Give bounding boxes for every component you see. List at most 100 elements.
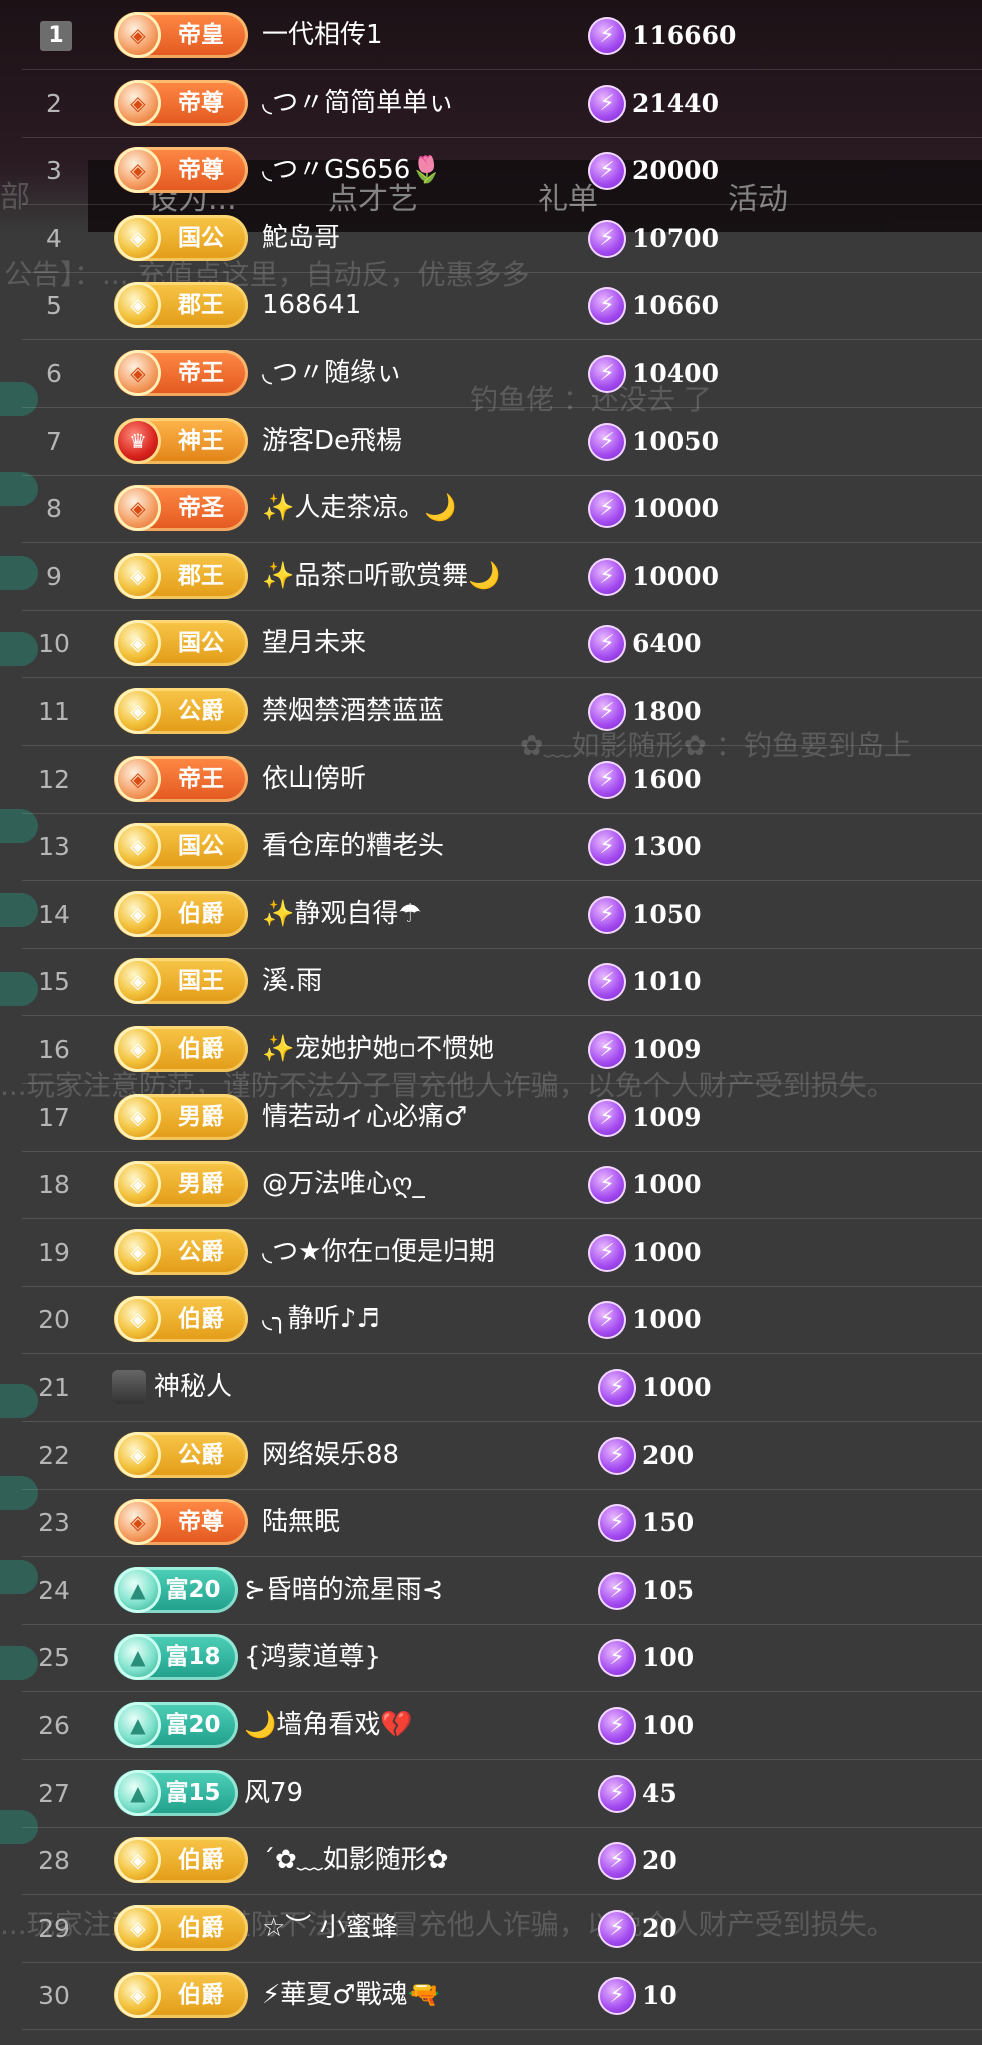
ranking-row[interactable]: 21 神秘人 ⚡ 1000 (0, 1354, 982, 1422)
rank-number: 30 (38, 1981, 70, 2010)
noble-crest-icon: ◈ (118, 1029, 158, 1069)
rank-title-badge: ◈ 郡王 (114, 553, 248, 599)
ranking-row[interactable]: 27 ▲ 富15 风79 ⚡ 45 (0, 1760, 982, 1828)
ranking-row[interactable]: 22 ◈ 公爵 网络娱乐88 ⚡ 200 (0, 1422, 982, 1490)
username[interactable]: ⚡華夏♂戰魂🔫 (262, 1962, 440, 2030)
ranking-row[interactable]: 10 ◈ 国公 望月未来 ⚡ 6400 (0, 610, 982, 678)
lightning-coin-icon: ⚡ (588, 85, 626, 123)
username[interactable]: {鸿蒙道尊} (244, 1624, 381, 1692)
noble-crest-icon: ◈ (118, 1840, 158, 1880)
ranking-row[interactable]: 29 ◈ 伯爵 ☆︶ 小蜜蜂 ⚡ 20 (0, 1895, 982, 1963)
username[interactable]: 神秘人 (154, 1354, 232, 1422)
avatar-icon (112, 1370, 146, 1404)
lightning-coin-icon: ⚡ (588, 490, 626, 528)
contribution-score: 1000 (632, 1170, 702, 1199)
username[interactable]: ✨宠她护她▫不惯她 (262, 1016, 494, 1084)
rank-number: 21 (38, 1373, 70, 1402)
contribution-score: 10000 (632, 494, 719, 523)
contribution-score: 10400 (632, 359, 719, 388)
rank-title-label: 公爵 (178, 698, 224, 724)
ranking-row[interactable]: 9 ◈ 郡王 ✨品茶▫听歌赏舞🌙 ⚡ 10000 (0, 543, 982, 611)
username[interactable]: ◟つ〃随缘ぃ (262, 340, 402, 408)
noble-crest-icon: ◈ (118, 285, 158, 325)
username[interactable]: 风79 (244, 1760, 303, 1828)
username[interactable]: ◟つ〃简简单单ぃ (262, 70, 454, 138)
ranking-row[interactable]: 1 ◈ 帝皇 一代相传1 ⚡ 116660 (0, 2, 982, 70)
rank-title-badge: ◈ 伯爵 (114, 1026, 248, 1072)
username[interactable]: ✨静观自得☂ (262, 881, 422, 949)
ranking-row[interactable]: 26 ▲ 富20 🌙墙角看戏💔 ⚡ 100 (0, 1692, 982, 1760)
ranking-row[interactable]: 11 ◈ 公爵 禁烟禁酒禁蓝蓝 ⚡ 1800 (0, 678, 982, 746)
ranking-row[interactable]: 3 ◈ 帝尊 ◟つ〃GS656🌷 ⚡ 20000 (0, 137, 982, 205)
ranking-row[interactable]: 25 ▲ 富18 {鸿蒙道尊} ⚡ 100 (0, 1624, 982, 1692)
lightning-coin-icon: ⚡ (598, 1639, 636, 1677)
ranking-row[interactable]: 17 ◈ 男爵 情若动ィ心必痛♂ ⚡ 1009 (0, 1084, 982, 1152)
noble-crest-icon: ◈ (118, 1908, 158, 1948)
rank-number: 2 (46, 89, 62, 118)
noble-crest-icon: ◈ (118, 83, 158, 123)
username[interactable]: 陆無眠 (262, 1489, 340, 1557)
ranking-row[interactable]: 23 ◈ 帝尊 陆無眠 ⚡ 150 (0, 1489, 982, 1557)
contribution-score: 1000 (642, 1373, 712, 1402)
ranking-row[interactable]: 2 ◈ 帝尊 ◟つ〃简简单单ぃ ⚡ 21440 (0, 70, 982, 138)
rank-title-badge: ◈ 公爵 (114, 1432, 248, 1478)
username[interactable]: 禁烟禁酒禁蓝蓝 (262, 678, 444, 746)
username[interactable]: ☆︶ 小蜜蜂 (262, 1895, 398, 1963)
username[interactable]: ✨人走茶凉。🌙 (262, 475, 457, 543)
username[interactable]: 🌙墙角看戏💔 (244, 1692, 413, 1760)
ranking-row[interactable]: 14 ◈ 伯爵 ✨静观自得☂ ⚡ 1050 (0, 881, 982, 949)
ranking-row[interactable]: 6 ◈ 帝王 ◟つ〃随缘ぃ ⚡ 10400 (0, 340, 982, 408)
noble-crest-icon: ◈ (118, 1164, 158, 1204)
row-divider (22, 2029, 982, 2030)
ranking-row[interactable]: 4 ◈ 国公 鮀岛哥 ⚡ 10700 (0, 205, 982, 273)
ranking-row[interactable]: 20 ◈ 伯爵 ◟╮静听♪♬ ⚡ 1000 (0, 1286, 982, 1354)
lightning-coin-icon: ⚡ (598, 1910, 636, 1948)
username[interactable]: @万法唯心ღ_ (262, 1151, 425, 1219)
contribution-score: 1050 (632, 900, 702, 929)
rank-title-label: 富20 (165, 1577, 221, 1603)
username[interactable]: 网络娱乐88 (262, 1422, 399, 1490)
username[interactable]: ◟つ★你在▫便是归期 (262, 1219, 495, 1287)
lightning-coin-icon: ⚡ (598, 1437, 636, 1475)
username[interactable]: 鮀岛哥 (262, 205, 340, 273)
username[interactable]: ◟つ〃GS656🌷 (262, 137, 443, 205)
username[interactable]: 依山傍昕 (262, 746, 366, 814)
contribution-score: 1000 (632, 1305, 702, 1334)
username[interactable]: 一代相传1 (262, 2, 383, 70)
username[interactable]: 游客De飛楊 (262, 408, 402, 476)
username[interactable]: 看仓库的糟老头 (262, 813, 444, 881)
rank-number: 13 (38, 832, 70, 861)
username[interactable]: 溪.雨 (262, 948, 322, 1016)
username[interactable]: ✨品茶▫听歌赏舞🌙 (262, 543, 500, 611)
rank-title-badge: ◈ 国公 (114, 620, 248, 666)
ranking-row[interactable]: 8 ◈ 帝圣 ✨人走茶凉。🌙 ⚡ 10000 (0, 475, 982, 543)
rank-title-label: 帝尊 (178, 157, 224, 183)
ranking-row[interactable]: 18 ◈ 男爵 @万法唯心ღ_ ⚡ 1000 (0, 1151, 982, 1219)
ranking-row[interactable]: 28 ◈ 伯爵 ˊ✿﹏如影随形✿ ⚡ 20 (0, 1827, 982, 1895)
rank-number: 7 (46, 427, 62, 456)
ranking-row[interactable]: 19 ◈ 公爵 ◟つ★你在▫便是归期 ⚡ 1000 (0, 1219, 982, 1287)
username[interactable]: 望月未来 (262, 610, 366, 678)
ranking-row[interactable]: 12 ◈ 帝王 依山傍昕 ⚡ 1600 (0, 746, 982, 814)
ranking-row[interactable]: 7 ♛ 神王 游客De飛楊 ⚡ 10050 (0, 408, 982, 476)
ranking-row[interactable]: 16 ◈ 伯爵 ✨宠她护她▫不惯她 ⚡ 1009 (0, 1016, 982, 1084)
username[interactable]: 168641 (262, 272, 361, 340)
ranking-row[interactable]: 15 ◈ 国王 溪.雨 ⚡ 1010 (0, 948, 982, 1016)
noble-crest-icon: ◈ (118, 1502, 158, 1542)
contribution-score: 10050 (632, 427, 719, 456)
username[interactable]: ◟╮静听♪♬ (262, 1286, 380, 1354)
rank-title-label: 伯爵 (178, 1847, 224, 1873)
ranking-row[interactable]: 30 ◈ 伯爵 ⚡華夏♂戰魂🔫 ⚡ 10 (0, 1962, 982, 2030)
username[interactable]: ˊ✿﹏如影随形✿ (262, 1827, 449, 1895)
ranking-row[interactable]: 13 ◈ 国公 看仓库的糟老头 ⚡ 1300 (0, 813, 982, 881)
username[interactable]: ⊱昏暗的流星雨⊰ (244, 1557, 444, 1625)
rank-title-label: 帝圣 (178, 495, 224, 521)
rank-number: 12 (38, 765, 70, 794)
rank-title-badge: ◈ 帝尊 (114, 80, 248, 126)
ranking-row[interactable]: 5 ◈ 郡王 168641 ⚡ 10660 (0, 272, 982, 340)
lightning-coin-icon: ⚡ (588, 693, 626, 731)
rank-title-label: 国王 (178, 968, 224, 994)
ranking-row[interactable]: 24 ▲ 富20 ⊱昏暗的流星雨⊰ ⚡ 105 (0, 1557, 982, 1625)
rank-title-label: 富15 (165, 1780, 221, 1806)
username[interactable]: 情若动ィ心必痛♂ (262, 1084, 467, 1152)
